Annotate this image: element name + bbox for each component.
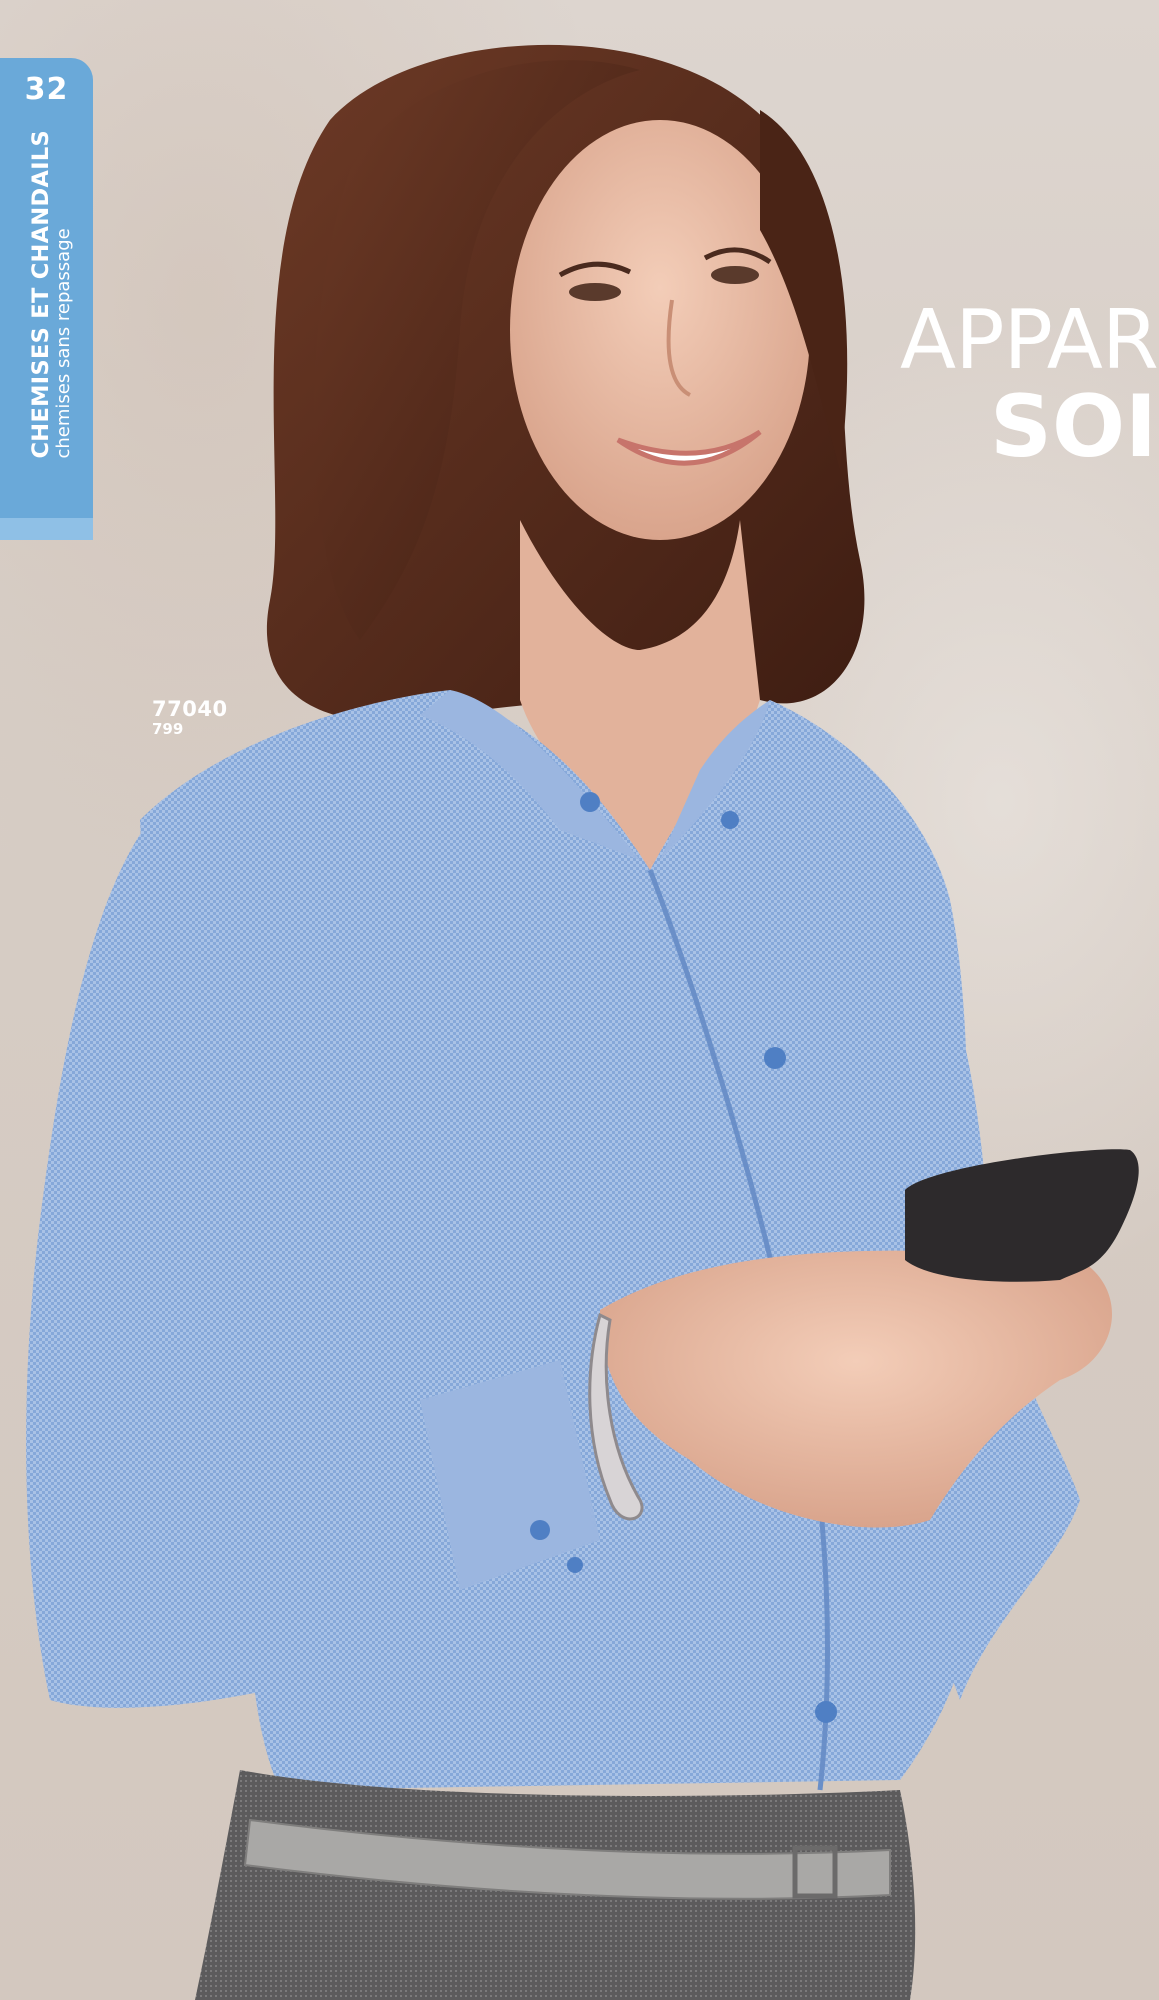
product-code-label: 77040 799 xyxy=(152,698,228,738)
section-label: CHEMISES ET CHANDAILS chemises sans repa… xyxy=(28,129,74,458)
headline-line-2: SOI xyxy=(990,377,1158,470)
headline: APPAR SOI xyxy=(900,300,1159,470)
section-title: CHEMISES ET CHANDAILS xyxy=(28,129,54,458)
color-code: 799 xyxy=(152,720,184,739)
style-number: 77040 xyxy=(152,697,228,721)
page-number: 32 xyxy=(24,72,69,107)
section-tab: 32 CHEMISES ET CHANDAILS chemises sans r… xyxy=(0,58,93,540)
section-subtitle: chemises sans repassage xyxy=(52,227,74,458)
headline-line-1: APPAR xyxy=(900,300,1159,388)
